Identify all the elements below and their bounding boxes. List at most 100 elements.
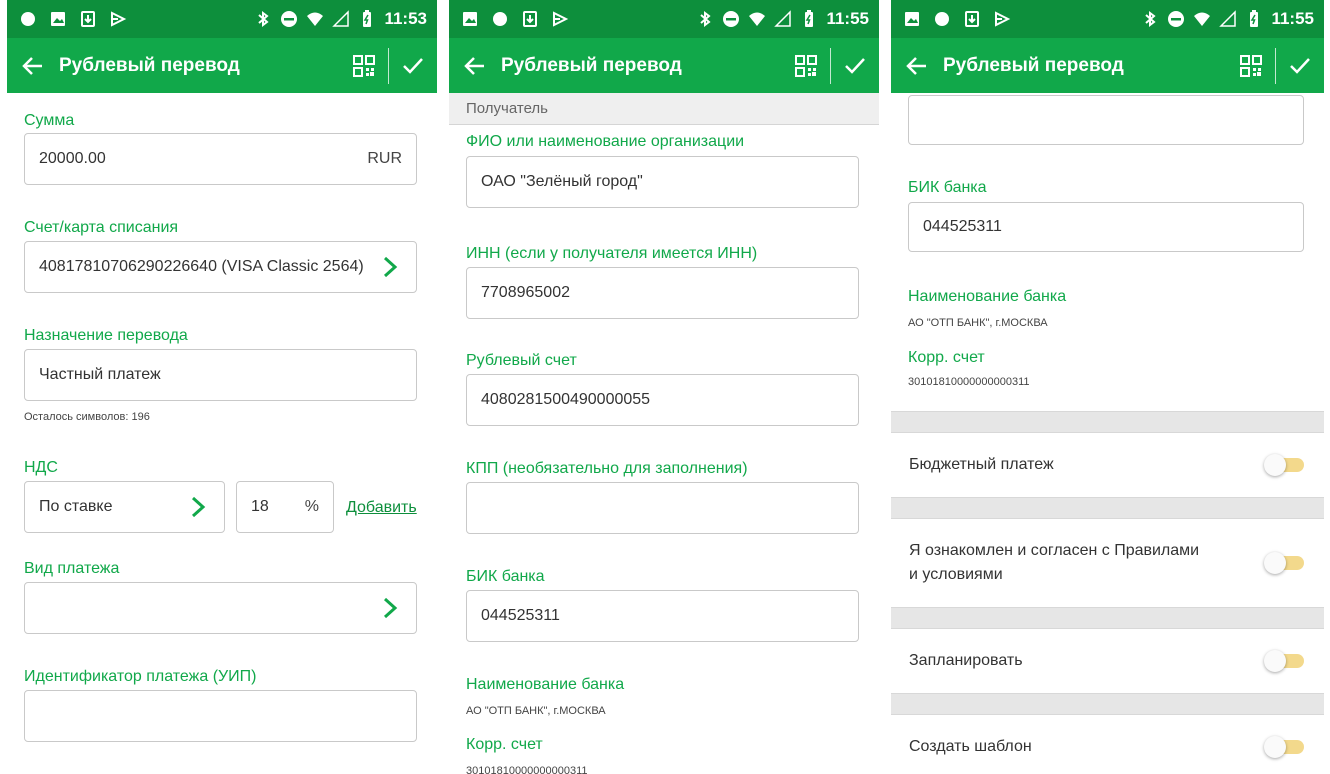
bluetooth-icon <box>1141 10 1159 28</box>
screen-transfer-details: 11:53 Рублевый перевод Сумма 20000.00 RU… <box>7 0 437 774</box>
inn-value: 7708965002 <box>481 284 570 301</box>
page-title: Рублевый перевод <box>501 54 682 76</box>
schedule-toggle[interactable] <box>1264 650 1306 672</box>
do-not-disturb-icon <box>1167 10 1185 28</box>
image-icon <box>903 10 921 28</box>
ruble-account-field[interactable]: 4080281500490000055 <box>466 374 859 426</box>
bik-label: БИК банка <box>466 568 545 585</box>
budget-payment-label: Бюджетный платеж <box>909 456 1054 473</box>
inn-label: ИНН (если у получателя имеется ИНН) <box>466 245 758 262</box>
agree-terms-label: Я ознакомлен и согласен с Правилами и ус… <box>909 539 1199 587</box>
budget-payment-toggle[interactable] <box>1264 454 1306 476</box>
signal-icon <box>774 10 792 28</box>
cast-icon <box>109 10 127 28</box>
image-icon <box>461 10 479 28</box>
clock: 11:55 <box>1271 9 1314 28</box>
notification-dot-icon <box>491 10 509 28</box>
status-bar: 11:55 <box>891 0 1324 38</box>
amount-value: 20000.00 <box>39 150 106 167</box>
signal-icon <box>332 10 350 28</box>
qr-code-icon <box>795 54 817 77</box>
cast-icon <box>551 10 569 28</box>
arrow-left-icon <box>464 56 484 75</box>
qr-code-button[interactable] <box>1231 38 1271 93</box>
recipient-name-label: ФИО или наименование организации <box>466 133 745 150</box>
clock: 11:55 <box>826 9 869 28</box>
back-button[interactable] <box>453 38 497 93</box>
inn-field[interactable]: 7708965002 <box>466 267 859 319</box>
kpp-field[interactable] <box>466 482 859 534</box>
qr-code-button[interactable] <box>786 38 826 93</box>
bik-field[interactable]: 044525311 <box>908 202 1304 252</box>
amount-field[interactable]: 20000.00 RUR <box>24 133 417 185</box>
agree-terms-toggle[interactable] <box>1264 552 1306 574</box>
download-icon <box>963 10 981 28</box>
create-template-label: Создать шаблон <box>909 738 1032 755</box>
recipient-name-value: ОАО "Зелёный город" <box>481 173 643 190</box>
schedule-row[interactable]: Запланировать <box>891 629 1324 693</box>
kpp-field[interactable] <box>908 95 1304 145</box>
ruble-account-label: Рублевый счет <box>466 352 577 369</box>
corr-account-label: Корр. счет <box>466 736 543 753</box>
screen-recipient-details: 11:55 Рублевый перевод Получатель ФИО ил… <box>449 0 879 774</box>
back-button[interactable] <box>895 38 939 93</box>
create-template-toggle[interactable] <box>1264 736 1306 758</box>
chars-left-hint: Осталось символов: 196 <box>24 411 150 423</box>
signal-icon <box>1219 10 1237 28</box>
qr-code-icon <box>1240 54 1262 77</box>
confirm-button[interactable] <box>1280 38 1320 93</box>
qr-code-button[interactable] <box>344 38 384 93</box>
app-bar: Рублевый перевод <box>891 38 1324 93</box>
vat-label: НДС <box>24 459 58 476</box>
schedule-label: Запланировать <box>909 652 1023 669</box>
confirm-button[interactable] <box>835 38 875 93</box>
download-icon <box>79 10 97 28</box>
add-vat-link[interactable]: Добавить <box>346 499 417 517</box>
divider <box>830 47 831 84</box>
bank-name-label: Наименование банка <box>908 288 1067 305</box>
corr-account-label: Корр. счет <box>908 349 985 366</box>
corr-account-value: 30101810000000000311 <box>908 376 1030 388</box>
checkmark-icon <box>845 57 865 74</box>
vat-type-select[interactable]: По ставке <box>24 481 225 533</box>
agree-terms-label-line2: и условиями <box>909 566 1003 583</box>
budget-payment-row[interactable]: Бюджетный платеж <box>891 433 1324 497</box>
chevron-right-icon <box>382 256 402 278</box>
payment-type-select[interactable] <box>24 582 417 634</box>
agree-terms-row[interactable]: Я ознакомлен и согласен с Правилами и ус… <box>891 519 1324 607</box>
page-title: Рублевый перевод <box>943 54 1124 76</box>
app-bar: Рублевый перевод <box>7 38 437 93</box>
account-select[interactable]: 40817810706290226640 (VISA Classic 2564) <box>24 241 417 293</box>
payment-id-field[interactable] <box>24 690 417 742</box>
bank-name-label: Наименование банка <box>466 676 625 693</box>
vat-rate-value: 18 <box>251 498 269 515</box>
divider <box>891 607 1324 629</box>
arrow-left-icon <box>906 56 926 75</box>
recipient-section-header: Получатель <box>449 93 879 125</box>
checkmark-icon <box>403 57 423 74</box>
bank-name-value: АО "ОТП БАНК", г.МОСКВА <box>908 317 1048 329</box>
divider <box>891 411 1324 433</box>
download-icon <box>521 10 539 28</box>
checkmark-icon <box>1290 57 1310 74</box>
vat-rate-field[interactable]: 18 % <box>236 481 334 533</box>
bluetooth-icon <box>696 10 714 28</box>
wifi-icon <box>1193 10 1211 28</box>
confirm-button[interactable] <box>393 38 433 93</box>
create-template-row[interactable]: Создать шаблон <box>891 715 1324 774</box>
currency-label: RUR <box>367 150 402 167</box>
bik-field[interactable]: 044525311 <box>466 590 859 642</box>
divider <box>891 497 1324 519</box>
bik-label: БИК банка <box>908 179 987 196</box>
cast-icon <box>993 10 1011 28</box>
battery-icon <box>800 10 818 28</box>
back-button[interactable] <box>11 38 55 93</box>
purpose-field[interactable]: Частный платеж <box>24 349 417 401</box>
status-bar: 11:55 <box>449 0 879 38</box>
battery-icon <box>1245 10 1263 28</box>
percent-sign: % <box>304 498 319 515</box>
notification-dot-icon <box>933 10 951 28</box>
agree-terms-label-line1: Я ознакомлен и согласен с Правилами <box>909 542 1200 559</box>
do-not-disturb-icon <box>280 10 298 28</box>
recipient-name-field[interactable]: ОАО "Зелёный город" <box>466 156 859 208</box>
